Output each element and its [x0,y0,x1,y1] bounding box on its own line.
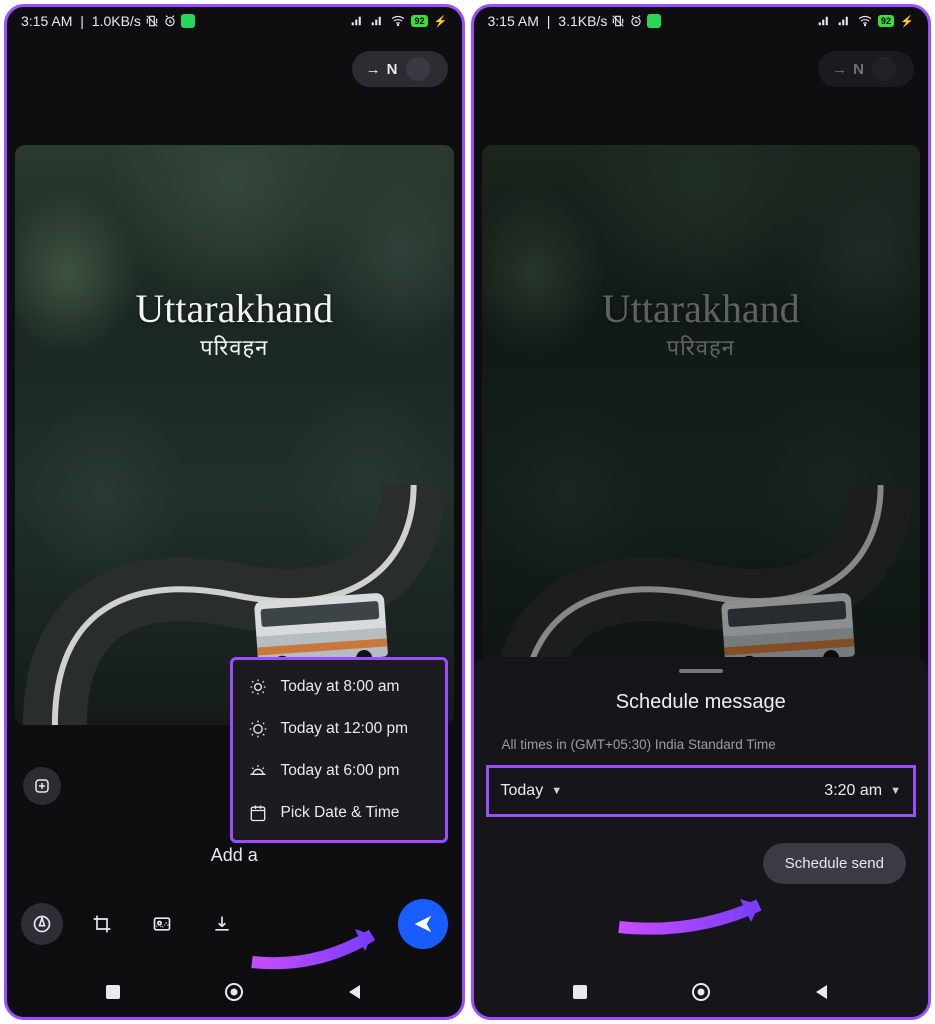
charging-icon: ⚡ [434,14,448,28]
crop-button[interactable] [81,903,123,945]
chevron-down-icon: ▼ [551,785,562,797]
draw-button[interactable] [21,903,63,945]
chevron-down-icon: ▼ [890,785,901,797]
recipient-chip[interactable]: → N [352,51,448,87]
sheet-title: Schedule message [496,691,907,714]
schedule-option-evening[interactable]: Today at 6:00 pm [233,750,445,792]
app-badge-icon [181,14,195,28]
signal-icon-2 [838,14,852,28]
schedule-popup: Today at 8:00 am Today at 12:00 pm Today… [230,657,448,843]
bus-decor [721,593,855,666]
avatar [406,57,430,81]
nav-back[interactable] [807,977,837,1007]
photo-overlay-text: Uttarakhand परिवहन [482,285,921,362]
alarm-icon [163,14,177,28]
save-button[interactable] [201,903,243,945]
bus-decor [254,593,388,666]
photo-title: Uttarakhand [482,285,921,332]
status-bar: 3:15 AM | 1.0KB/s 92 ⚡ [7,7,462,33]
sun-icon [247,718,269,740]
photo-overlay-text: Uttarakhand परिवहन [15,285,454,362]
foliage-decor [482,145,921,725]
nav-back[interactable] [340,977,370,1007]
schedule-sheet: Schedule message All times in (GMT+05:30… [474,657,929,1017]
date-picker[interactable]: Today ▼ [501,782,563,800]
schedule-option-label: Today at 12:00 pm [281,720,409,738]
schedule-send-button[interactable]: Schedule send [763,843,906,884]
time-picker[interactable]: 3:20 am ▼ [824,782,901,800]
photo-title: Uttarakhand [15,285,454,332]
toolbar [21,899,448,949]
timezone-note: All times in (GMT+05:30) India Standard … [496,736,907,765]
schedule-option-noon[interactable]: Today at 12:00 pm [233,708,445,750]
charging-icon: ⚡ [900,14,914,28]
photo-subtitle: परिवहन [15,332,454,362]
avatar [872,57,896,81]
status-time: 3:15 AM [21,13,72,29]
status-time: 3:15 AM [488,13,539,29]
add-media-button[interactable] [23,767,61,805]
wifi-icon [858,14,872,28]
status-net-speed: 3.1KB/s [558,13,607,29]
photo-preview[interactable]: Uttarakhand परिवहन [15,145,454,725]
sunrise-icon [247,676,269,698]
date-value: Today [501,782,544,800]
signal-icon [351,14,365,28]
schedule-option-pick[interactable]: Pick Date & Time [233,792,445,834]
recipient-chip[interactable]: → N [818,51,914,87]
vibrate-icon [145,14,159,28]
battery-indicator: 92 [878,15,894,27]
wifi-icon [391,14,405,28]
datetime-picker-row: Today ▼ 3:20 am ▼ [486,765,917,817]
alarm-icon [629,14,643,28]
nav-bar [7,977,462,1007]
phone-right: 3:15 AM | 3.1KB/s 92 ⚡ → N [471,4,932,1020]
recipient-initial: N [853,61,864,78]
quality-button[interactable] [141,903,183,945]
app-badge-icon [647,14,661,28]
schedule-send-label: Schedule send [785,855,884,872]
recipient-initial: N [387,61,398,78]
schedule-option-label: Pick Date & Time [281,804,400,822]
arrow-right-icon: → [832,61,847,78]
send-button[interactable] [398,899,448,949]
time-value: 3:20 am [824,782,882,800]
nav-home[interactable] [686,977,716,1007]
signal-icon-2 [371,14,385,28]
schedule-option-morning[interactable]: Today at 8:00 am [233,666,445,708]
caption-placeholder: Add a [211,845,258,865]
vibrate-icon [611,14,625,28]
photo-subtitle: परिवहन [482,332,921,362]
battery-indicator: 92 [411,15,427,27]
nav-recents[interactable] [98,977,128,1007]
status-net-speed: 1.0KB/s [92,13,141,29]
phone-left: 3:15 AM | 1.0KB/s 92 ⚡ → N [4,4,465,1020]
photo-preview: Uttarakhand परिवहन [482,145,921,725]
schedule-option-label: Today at 8:00 am [281,678,400,696]
sunset-icon [247,760,269,782]
calendar-icon [247,802,269,824]
nav-home[interactable] [219,977,249,1007]
signal-icon [818,14,832,28]
status-bar: 3:15 AM | 3.1KB/s 92 ⚡ [474,7,929,33]
arrow-right-icon: → [366,61,381,78]
schedule-option-label: Today at 6:00 pm [281,762,400,780]
nav-bar [474,977,929,1007]
sheet-handle[interactable] [679,669,723,673]
caption-input[interactable]: Add a [7,845,462,866]
nav-recents[interactable] [565,977,595,1007]
